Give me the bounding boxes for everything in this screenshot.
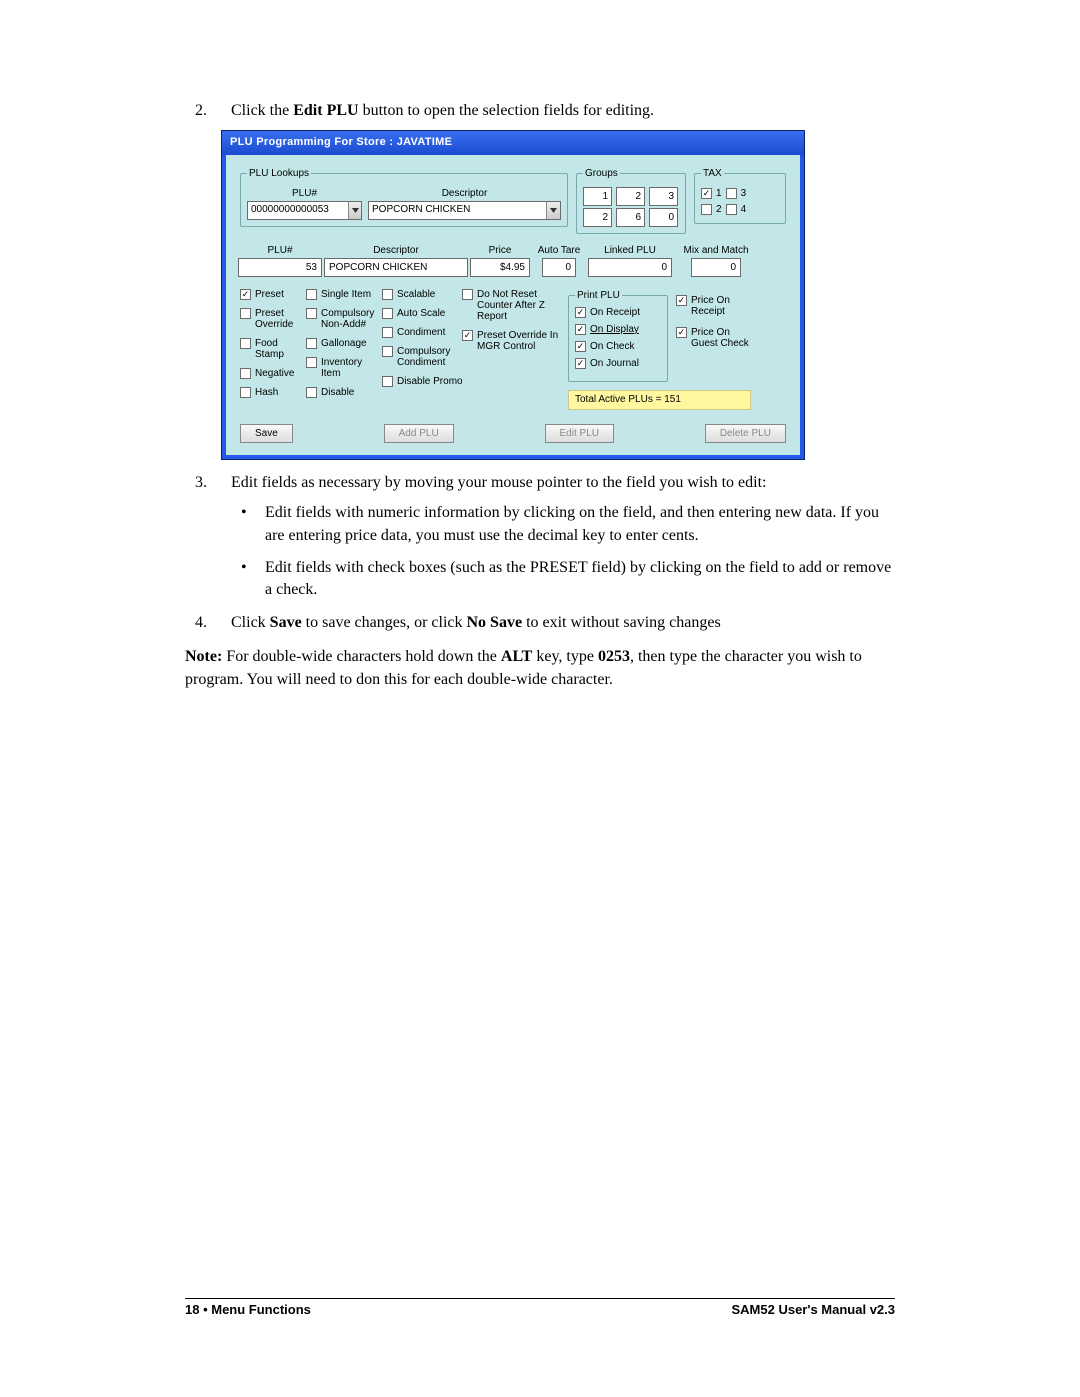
mix-field[interactable]: 0: [691, 258, 741, 277]
negative-checkbox[interactable]: [240, 368, 251, 379]
step-4: 4. Click Save to save changes, or click …: [185, 612, 721, 634]
chevron-down-icon[interactable]: [348, 202, 361, 219]
add-plu-button[interactable]: Add PLU: [384, 424, 454, 443]
lookup-plu-combo[interactable]: [247, 201, 362, 220]
tax-3-label: 3: [741, 187, 747, 201]
edit-plu-button[interactable]: Edit PLU: [545, 424, 614, 443]
tax-2-label: 2: [716, 203, 722, 217]
single-item-checkbox[interactable]: [306, 289, 317, 300]
on-receipt-checkbox[interactable]: [575, 307, 586, 318]
step-2-post: button to open the selection fields for …: [359, 102, 655, 119]
cb-column-4: Do Not Reset Counter After Z Report Pres…: [462, 289, 562, 410]
cb-column-3: Scalable Auto Scale Condiment Compulsory…: [382, 289, 456, 410]
price-on-column: Price On Receipt Price On Guest Check: [676, 295, 751, 382]
print-plu-legend: Print PLU: [575, 289, 622, 303]
print-plu-fieldset: Print PLU On Receipt On Display On Check…: [568, 289, 668, 382]
fields-row: PLU# 53 Descriptor POPCORN CHICKEN Price…: [240, 244, 786, 277]
delete-plu-button[interactable]: Delete PLU: [705, 424, 786, 443]
step-3-text: Edit fields as necessary by moving your …: [231, 472, 766, 494]
cb-column-2: Single Item Compulsory Non-Add# Gallonag…: [306, 289, 376, 410]
no-reset-z-checkbox[interactable]: [462, 289, 473, 300]
disable-promo-checkbox[interactable]: [382, 376, 393, 387]
price-field-label: Price: [489, 244, 512, 258]
price-on-receipt-checkbox[interactable]: [676, 295, 687, 306]
window-titlebar[interactable]: PLU Programming For Store : JAVATIME: [222, 131, 804, 154]
price-field[interactable]: $4.95: [470, 258, 530, 277]
preset-override-mgr-checkbox[interactable]: [462, 330, 473, 341]
step-2-bold: Edit PLU: [293, 102, 358, 119]
compulsory-condiment-checkbox[interactable]: [382, 346, 393, 357]
plu-lookups-legend: PLU Lookups: [247, 167, 311, 181]
tax-1-label: 1: [716, 187, 722, 201]
bullet-1: Edit fields with numeric information by …: [265, 502, 895, 547]
compulsory-nonadd-checkbox[interactable]: [306, 308, 317, 319]
autotare-field[interactable]: 0: [542, 258, 576, 277]
group-cell[interactable]: 6: [616, 208, 645, 227]
options-row: Preset Preset Override Food Stamp Negati…: [240, 289, 786, 410]
disable-checkbox[interactable]: [306, 387, 317, 398]
condiment-checkbox[interactable]: [382, 327, 393, 338]
scalable-checkbox[interactable]: [382, 289, 393, 300]
save-button[interactable]: Save: [240, 424, 293, 443]
price-on-guestcheck-checkbox[interactable]: [676, 327, 687, 338]
lookup-desc-combo[interactable]: [368, 201, 561, 220]
hash-checkbox[interactable]: [240, 387, 251, 398]
preset-override-checkbox[interactable]: [240, 308, 251, 319]
group-cell[interactable]: 2: [616, 187, 645, 206]
plu-field[interactable]: 53: [238, 258, 322, 277]
chevron-down-icon[interactable]: [546, 202, 560, 219]
food-stamp-checkbox[interactable]: [240, 338, 251, 349]
top-row: PLU Lookups PLU# Descr: [240, 167, 786, 234]
plu-field-label: PLU#: [267, 244, 292, 258]
window-body: PLU Lookups PLU# Descr: [222, 155, 804, 459]
total-active-plu-bar: Total Active PLUs = 151: [568, 390, 751, 410]
group-cell[interactable]: 2: [583, 208, 612, 227]
tax-1-checkbox[interactable]: [701, 188, 712, 199]
on-check-checkbox[interactable]: [575, 341, 586, 352]
tax-legend: TAX: [701, 167, 724, 181]
plu-window: PLU Programming For Store : JAVATIME PLU…: [221, 130, 805, 459]
page-content: 2. Click the Edit PLU button to open the…: [0, 0, 1080, 691]
page-footer: 18 • Menu Functions SAM52 User's Manual …: [185, 1298, 895, 1317]
groups-fieldset: Groups 1 2 3 2 6 0: [576, 167, 686, 234]
step-2: 2. Click the Edit PLU button to open the…: [185, 100, 654, 122]
linked-field-label: Linked PLU: [604, 244, 656, 258]
auto-scale-checkbox[interactable]: [382, 308, 393, 319]
inventory-item-checkbox[interactable]: [306, 357, 317, 368]
autotare-field-label: Auto Tare: [538, 244, 581, 258]
footer-right: SAM52 User's Manual v2.3: [732, 1302, 896, 1317]
groups-legend: Groups: [583, 167, 620, 181]
tax-4-checkbox[interactable]: [726, 204, 737, 215]
step-3-bullets: •Edit fields with numeric information by…: [241, 502, 895, 602]
on-journal-checkbox[interactable]: [575, 358, 586, 369]
lookup-plu-value[interactable]: [248, 202, 348, 217]
button-row: Save Add PLU Edit PLU Delete PLU: [240, 424, 786, 443]
footer-left: 18 • Menu Functions: [185, 1302, 311, 1317]
note-label: Note:: [185, 648, 222, 665]
plu-lookups-fieldset: PLU Lookups PLU# Descr: [240, 167, 568, 227]
tax-fieldset: TAX 1 3 2 4: [694, 167, 786, 224]
desc-field[interactable]: POPCORN CHICKEN: [324, 258, 468, 277]
tax-3-checkbox[interactable]: [726, 188, 737, 199]
tax-2-checkbox[interactable]: [701, 204, 712, 215]
bullet-2: Edit fields with check boxes (such as th…: [265, 557, 895, 602]
step-3: 3. Edit fields as necessary by moving yo…: [185, 472, 766, 494]
lookup-desc-label: Descriptor: [368, 187, 561, 201]
note-paragraph: Note: For double-wide characters hold do…: [185, 646, 895, 691]
tax-4-label: 4: [741, 203, 747, 217]
group-cell[interactable]: 3: [649, 187, 678, 206]
desc-field-label: Descriptor: [373, 244, 419, 258]
group-cell[interactable]: 1: [583, 187, 612, 206]
linked-field[interactable]: 0: [588, 258, 672, 277]
mix-field-label: Mix and Match: [683, 244, 748, 258]
gallonage-checkbox[interactable]: [306, 338, 317, 349]
lookup-plu-label: PLU#: [247, 187, 362, 201]
group-cell[interactable]: 0: [649, 208, 678, 227]
lookup-desc-value[interactable]: [369, 202, 546, 217]
on-display-checkbox[interactable]: [575, 324, 586, 335]
cb-column-1: Preset Preset Override Food Stamp Negati…: [240, 289, 300, 410]
preset-checkbox[interactable]: [240, 289, 251, 300]
step-2-pre: Click the: [231, 102, 293, 119]
